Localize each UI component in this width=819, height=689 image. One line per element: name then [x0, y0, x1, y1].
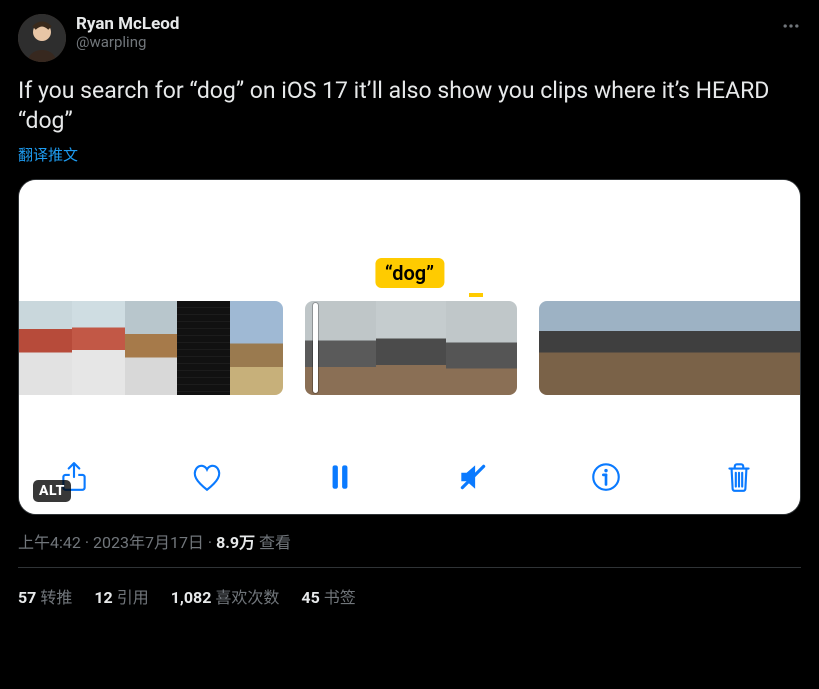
more-button[interactable] [777, 12, 805, 40]
tweet-header: Ryan McLeod @warpling [18, 14, 801, 62]
thumb [230, 301, 283, 395]
display-name[interactable]: Ryan McLeod [76, 14, 179, 34]
media-inner: “dog” [19, 180, 800, 514]
trash-icon[interactable] [720, 458, 758, 496]
thumb [726, 301, 773, 395]
meta-row: 上午4:42 2023年7月17日 8.9万 查看 [18, 529, 801, 553]
tweet-date[interactable]: 2023年7月17日 [93, 533, 204, 552]
thumb [19, 301, 72, 395]
heart-icon[interactable] [188, 458, 226, 496]
thumb [586, 301, 633, 395]
views-label: 查看 [255, 533, 291, 552]
thumb [772, 301, 801, 395]
thumb [679, 301, 726, 395]
translate-link[interactable]: 翻译推文 [18, 144, 801, 165]
tweet: Ryan McLeod @warpling If you search for … [0, 0, 819, 608]
views-count[interactable]: 8.9万 [216, 533, 255, 552]
clip-group-3[interactable] [539, 301, 801, 395]
speaker-muted-icon[interactable] [454, 458, 492, 496]
timeline-strip[interactable] [19, 301, 800, 395]
clip-group-1[interactable] [19, 301, 283, 395]
thumb [376, 301, 447, 395]
thumb [125, 301, 178, 395]
thumb [632, 301, 679, 395]
author-names: Ryan McLeod @warpling [76, 14, 179, 51]
media-card[interactable]: “dog” [18, 179, 801, 515]
thumb [446, 301, 517, 395]
thumb [539, 301, 586, 395]
thumb [72, 301, 125, 395]
retweets-stat[interactable]: 57转推 [18, 584, 72, 608]
media-toolbar [19, 458, 800, 496]
info-icon[interactable] [587, 458, 625, 496]
pause-icon[interactable] [321, 458, 359, 496]
quotes-stat[interactable]: 12引用 [94, 584, 148, 608]
playhead-marker [469, 293, 483, 297]
stats-row: 57转推 12引用 1,082喜欢次数 45书签 [18, 568, 801, 608]
search-term-badge: “dog” [375, 258, 444, 288]
likes-stat[interactable]: 1,082喜欢次数 [171, 584, 280, 608]
avatar[interactable] [18, 14, 66, 62]
clip-group-2[interactable] [305, 301, 517, 395]
handle[interactable]: @warpling [76, 33, 179, 51]
playhead[interactable] [313, 303, 318, 393]
tweet-time[interactable]: 上午4:42 [18, 533, 81, 552]
tweet-text: If you search for “dog” on iOS 17 it’ll … [18, 76, 801, 136]
alt-badge[interactable]: ALT [33, 480, 71, 502]
bookmarks-stat[interactable]: 45书签 [301, 584, 355, 608]
thumb [177, 301, 230, 395]
